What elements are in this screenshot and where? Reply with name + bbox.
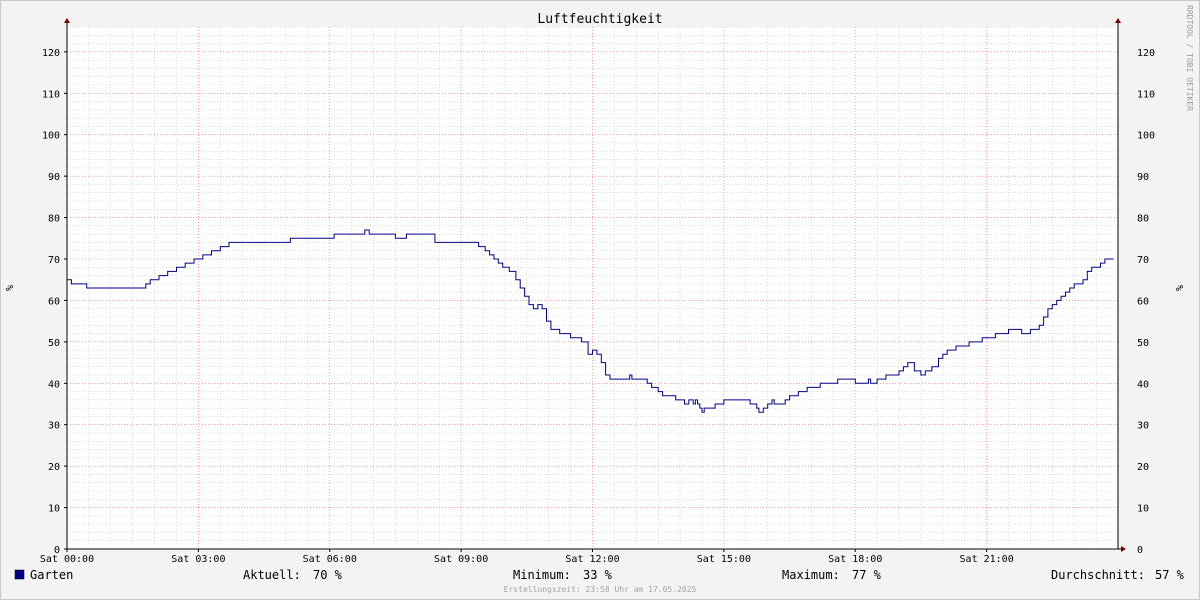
legend-max-label: Maximum: xyxy=(782,568,840,582)
legend-avg-value: 57 % xyxy=(1155,568,1185,582)
y-tick-label-left: 80 xyxy=(48,214,60,225)
y-tick-label-left: 30 xyxy=(48,421,60,432)
legend-max-value: 77 % xyxy=(852,568,882,582)
y-axis-label-right: % xyxy=(1175,285,1186,291)
y-tick-label-right: 0 xyxy=(1137,545,1143,556)
y-tick-label-right: 60 xyxy=(1137,296,1149,307)
y-tick-label-right: 20 xyxy=(1137,462,1149,473)
y-tick-label-right: 10 xyxy=(1137,504,1149,515)
y-tick-label-left: 50 xyxy=(48,338,60,349)
legend-swatch xyxy=(14,569,25,580)
y-tick-label-left: 20 xyxy=(48,462,60,473)
legend-min-value: 33 % xyxy=(583,568,613,582)
y-tick-label-right: 70 xyxy=(1137,255,1149,266)
x-tick-label: Sat 09:00 xyxy=(434,554,488,565)
y-tick-label-left: 40 xyxy=(48,379,60,390)
y-tick-label-left: 70 xyxy=(48,255,60,266)
y-tick-label-right: 120 xyxy=(1137,48,1155,59)
y-tick-label-right: 110 xyxy=(1137,89,1155,100)
chart-title: Luftfeuchtigkeit xyxy=(537,12,662,27)
x-tick-label: Sat 06:00 xyxy=(303,554,357,565)
y-tick-label-left: 120 xyxy=(42,48,60,59)
y-tick-label-right: 100 xyxy=(1137,131,1155,142)
legend-current-label: Aktuell: xyxy=(243,568,301,582)
y-tick-label-left: 110 xyxy=(42,89,60,100)
y-tick-label-right: 30 xyxy=(1137,421,1149,432)
y-tick-label-right: 40 xyxy=(1137,379,1149,390)
legend-current-value: 70 % xyxy=(313,568,343,582)
y-axis-arrow-left xyxy=(64,18,70,23)
x-axis-arrow xyxy=(1121,546,1126,552)
legend-min-label: Minimum: xyxy=(513,568,571,582)
creation-timestamp: Erstellungszeit: 23:58 Uhr am 17.05.2025 xyxy=(504,585,697,594)
y-axis-label-left: % xyxy=(5,285,16,291)
x-tick-label: Sat 00:00 xyxy=(40,554,94,565)
humidity-chart: 0 010 1020 2030 3040 4050 5060 6070 7080 8090 9010… xyxy=(5,5,1194,594)
y-tick-label-left: 100 xyxy=(42,131,60,142)
x-tick-label: Sat 12:00 xyxy=(565,554,619,565)
y-axis-arrow-right xyxy=(1115,18,1121,23)
rrdtool-watermark: RRDTOOL / TOBI OETIKER xyxy=(1185,5,1194,111)
y-tick-label-left: 90 xyxy=(48,172,60,183)
y-tick-label-right: 80 xyxy=(1137,214,1149,225)
x-tick-label: Sat 03:00 xyxy=(171,554,225,565)
x-tick-label: Sat 21:00 xyxy=(960,554,1014,565)
y-tick-label-right: 50 xyxy=(1137,338,1149,349)
legend-series-label: Garten xyxy=(30,568,73,582)
y-tick-label-right: 90 xyxy=(1137,172,1149,183)
y-tick-label-left: 10 xyxy=(48,504,60,515)
x-tick-label: Sat 15:00 xyxy=(697,554,751,565)
y-tick-label-left: 60 xyxy=(48,296,60,307)
x-tick-label: Sat 18:00 xyxy=(828,554,882,565)
legend-avg-label: Durchschnitt: xyxy=(1051,568,1145,582)
